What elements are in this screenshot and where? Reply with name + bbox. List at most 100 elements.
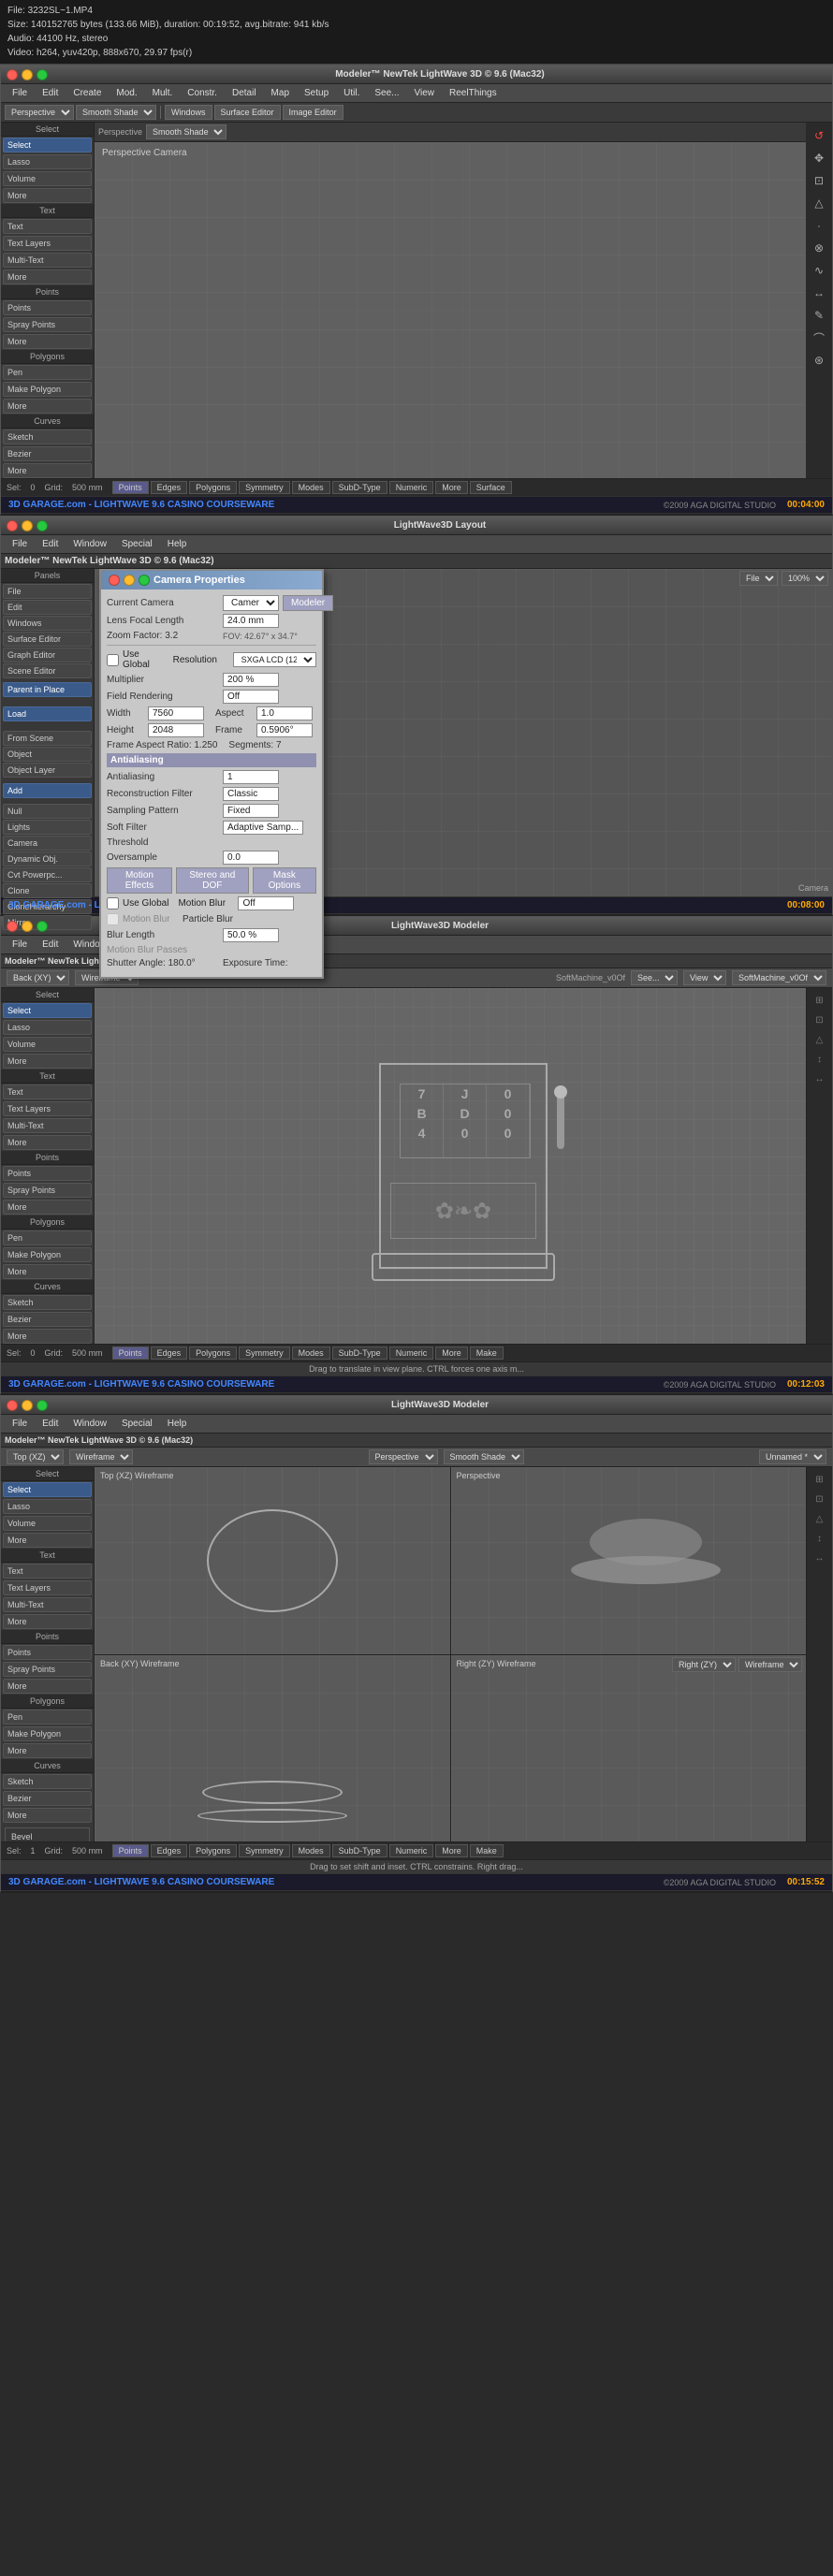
- tab4-subd[interactable]: SubD-Type: [332, 1844, 387, 1857]
- perspective-select-4[interactable]: Perspective: [369, 1449, 438, 1464]
- menu-view-1[interactable]: View: [407, 86, 443, 100]
- maximize-btn-1[interactable]: [37, 69, 48, 80]
- viewport-top-select[interactable]: Top (XZ): [7, 1449, 64, 1464]
- layout-edit-btn[interactable]: Edit: [3, 600, 92, 615]
- close-btn-4[interactable]: [7, 1400, 18, 1411]
- menu-window-4[interactable]: Window: [66, 1417, 114, 1431]
- layout-file-btn[interactable]: File: [3, 584, 92, 599]
- select-icon-1[interactable]: ⊡: [810, 171, 828, 190]
- close-cam-btn[interactable]: [109, 575, 120, 586]
- menu-reel-1[interactable]: ReelThings: [442, 86, 504, 100]
- blur-length-value[interactable]: 50.0 %: [223, 928, 279, 942]
- layout-scene-btn[interactable]: Scene Editor: [3, 663, 92, 678]
- layout-lights-btn[interactable]: Lights: [3, 820, 92, 835]
- layout-windows-btn[interactable]: Windows: [3, 616, 92, 631]
- menu-see-1[interactable]: See...: [367, 86, 406, 100]
- view-select-3[interactable]: See...: [631, 970, 678, 985]
- menu-edit-4[interactable]: Edit: [35, 1417, 66, 1431]
- bend-icon-1[interactable]: ⌒: [810, 328, 828, 347]
- viewport-file-select[interactable]: File: [739, 571, 778, 586]
- maximize-btn-4[interactable]: [37, 1400, 48, 1411]
- layout-graph-btn[interactable]: Graph Editor: [3, 648, 92, 662]
- sidebar-btn-4-volume[interactable]: Volume: [3, 1516, 92, 1531]
- menu-map-1[interactable]: Map: [264, 86, 297, 100]
- view2-select-3[interactable]: View: [683, 970, 726, 985]
- tab3-more[interactable]: More: [435, 1346, 468, 1360]
- viewport-mode-select-1[interactable]: Smooth Shade: [146, 124, 227, 139]
- tab-edges-1[interactable]: Edges: [151, 481, 188, 494]
- stereo-dof-btn[interactable]: Stereo and DOF: [176, 867, 249, 894]
- sidebar-btn-points[interactable]: Points: [3, 300, 92, 315]
- minimize-btn-3[interactable]: [22, 921, 33, 932]
- sidebar-btn-3-bezier[interactable]: Bezier: [3, 1312, 92, 1327]
- tab4-polygons[interactable]: Polygons: [189, 1844, 237, 1857]
- menu-file-4[interactable]: File: [5, 1417, 35, 1431]
- menu-edit-3[interactable]: Edit: [35, 938, 66, 952]
- sidebar-btn-3-pen[interactable]: Pen: [3, 1230, 92, 1245]
- sidebar-btn-3-make-polygon[interactable]: Make Polygon: [3, 1247, 92, 1262]
- sidebar-btn-spray[interactable]: Spray Points: [3, 317, 92, 332]
- tab-polygons-1[interactable]: Polygons: [189, 481, 237, 494]
- layout-camera-btn[interactable]: Camera: [3, 836, 92, 851]
- magnet-icon-1[interactable]: ⊗: [810, 239, 828, 257]
- sidebar-btn-multi-text[interactable]: Multi-Text: [3, 253, 92, 268]
- viewport-select-1[interactable]: Perspective: [5, 105, 74, 120]
- reconstruction-value[interactable]: Classic: [223, 787, 279, 801]
- sidebar-btn-3-select[interactable]: Select: [3, 1003, 92, 1018]
- sidebar-btn-3-more1[interactable]: More: [3, 1054, 92, 1069]
- menu-detail-1[interactable]: Detail: [225, 86, 264, 100]
- layout-parent-btn[interactable]: Parent in Place: [3, 682, 92, 697]
- close-btn-2[interactable]: [7, 520, 18, 531]
- aspect-input[interactable]: [256, 706, 313, 720]
- tab4-more[interactable]: More: [435, 1844, 468, 1857]
- smooth-select-4[interactable]: Smooth Shade: [444, 1449, 524, 1464]
- field-rendering-value[interactable]: Off: [223, 690, 279, 704]
- tab-subd-1[interactable]: SubD-Type: [332, 481, 387, 494]
- viewport-top-xz[interactable]: Top (XZ) Wireframe: [95, 1467, 451, 1654]
- sidebar-btn-3-more5[interactable]: More: [3, 1329, 92, 1344]
- rt-icon-3[interactable]: △: [811, 1031, 828, 1048]
- minimize-btn-1[interactable]: [22, 69, 33, 80]
- sidebar-btn-pen[interactable]: Pen: [3, 365, 92, 380]
- viewport-area-1[interactable]: Perspective Camera: [95, 142, 832, 478]
- menu-mod-1[interactable]: Mod.: [109, 86, 144, 100]
- layout-cvt-powerpc-btn[interactable]: Cvt Powerpc...: [3, 867, 92, 882]
- layout-surface-btn[interactable]: Surface Editor: [3, 632, 92, 647]
- layout-dynamic-obj-btn[interactable]: Dynamic Obj.: [3, 851, 92, 866]
- menu-help-2[interactable]: Help: [160, 537, 195, 551]
- use-global-checkbox-1[interactable]: [107, 654, 119, 666]
- sidebar-btn-more-text[interactable]: More: [3, 269, 92, 284]
- sidebar-btn-4-more4[interactable]: More: [3, 1743, 92, 1758]
- pen-icon-1[interactable]: ✎: [810, 306, 828, 325]
- point-icon-1[interactable]: ·: [810, 216, 828, 235]
- menu-util-1[interactable]: Util.: [336, 86, 367, 100]
- sidebar-btn-more-points[interactable]: More: [3, 334, 92, 349]
- tab3-make[interactable]: Make: [470, 1346, 504, 1360]
- rt4-icon-1[interactable]: ⊞: [811, 1471, 828, 1488]
- sidebar-btn-4-more5[interactable]: More: [3, 1808, 92, 1823]
- menu-special-4[interactable]: Special: [114, 1417, 160, 1431]
- sidebar-btn-3-more4[interactable]: More: [3, 1264, 92, 1279]
- layout-from-scene-btn[interactable]: From Scene: [3, 731, 92, 746]
- sidebar-btn-select[interactable]: Select: [3, 138, 92, 153]
- menu-edit-2[interactable]: Edit: [35, 537, 66, 551]
- layout-load-btn[interactable]: Load: [3, 706, 92, 721]
- menu-setup-1[interactable]: Setup: [297, 86, 336, 100]
- tab-points-1[interactable]: Points: [112, 481, 149, 494]
- sidebar-btn-4-bezier[interactable]: Bezier: [3, 1791, 92, 1806]
- current-camera-select[interactable]: Camera: [223, 595, 279, 611]
- minimize-btn-4[interactable]: [22, 1400, 33, 1411]
- sidebar-btn-more-curves[interactable]: More: [3, 463, 92, 478]
- frame-input[interactable]: [256, 723, 313, 737]
- sidebar-btn-4-spray[interactable]: Spray Points: [3, 1662, 92, 1677]
- sidebar-btn-4-text[interactable]: Text: [3, 1564, 92, 1579]
- slot-viewport[interactable]: 7 B 4 J D 0 0 0 0: [95, 988, 832, 1344]
- sidebar-btn-lasso[interactable]: Lasso: [3, 154, 92, 169]
- sidebar-btn-4-make-polygon[interactable]: Make Polygon: [3, 1726, 92, 1741]
- sidebar-btn-3-text[interactable]: Text: [3, 1084, 92, 1099]
- sidebar-btn-more-select[interactable]: More: [3, 188, 92, 203]
- tab4-symmetry[interactable]: Symmetry: [239, 1844, 290, 1857]
- menu-file-3[interactable]: File: [5, 938, 35, 952]
- soft-filter-value[interactable]: Adaptive Samp...: [223, 821, 303, 835]
- sidebar-btn-3-volume[interactable]: Volume: [3, 1037, 92, 1052]
